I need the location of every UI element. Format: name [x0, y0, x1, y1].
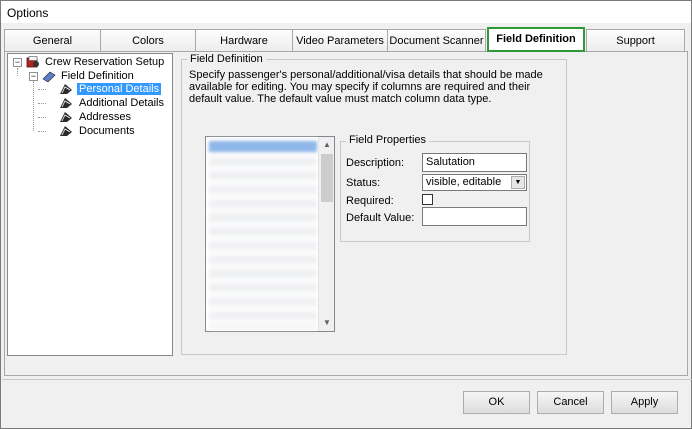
setup-tree[interactable]: − Crew Reservation Setup − Field Definit…	[7, 53, 173, 356]
scroll-thumb[interactable]	[321, 154, 333, 202]
tree-item-personal-details[interactable]: Personal Details	[77, 83, 162, 97]
tab-document-scanner[interactable]: Document Scanner	[387, 29, 486, 52]
obscured-list-content	[209, 139, 317, 329]
tab-video-parameters[interactable]: Video Parameters	[292, 29, 388, 52]
tree-line	[17, 68, 18, 76]
status-select-value: visible, editable	[426, 176, 502, 188]
window-title: Options	[1, 1, 691, 23]
list-selection-highlight	[209, 141, 317, 152]
scroll-down-icon[interactable]: ▼	[319, 315, 335, 331]
chevron-down-icon[interactable]: ▼	[511, 176, 525, 189]
field-list-scrollbar[interactable]: ▲ ▼	[318, 137, 334, 331]
required-label: Required:	[346, 195, 394, 207]
tab-general[interactable]: General	[4, 29, 101, 52]
footer-separator	[2, 379, 692, 380]
tree-line	[33, 81, 34, 131]
default-value-label: Default Value:	[346, 212, 415, 224]
field-properties-group-title: Field Properties	[346, 134, 430, 146]
tab-support[interactable]: Support	[586, 29, 685, 52]
tree-item-documents[interactable]: Documents	[79, 125, 135, 139]
status-select[interactable]: visible, editable ▼	[422, 174, 527, 191]
personal-details-icon	[60, 84, 72, 94]
tree-line	[38, 89, 46, 90]
tree-line	[38, 103, 46, 104]
description-label: Description:	[346, 157, 405, 169]
default-value-field[interactable]	[422, 207, 527, 226]
tab-field-definition[interactable]: Field Definition	[487, 27, 585, 52]
tree-item-addresses[interactable]: Addresses	[79, 111, 131, 125]
description-field[interactable]: Salutation	[422, 153, 527, 172]
tree-line	[38, 117, 46, 118]
addresses-icon	[60, 112, 72, 122]
crew-setup-icon	[26, 56, 39, 68]
tab-colors[interactable]: Colors	[100, 29, 196, 52]
collapse-root-icon[interactable]: −	[13, 58, 22, 67]
ok-button[interactable]: OK	[463, 391, 530, 414]
apply-button[interactable]: Apply	[611, 391, 678, 414]
additional-details-icon	[60, 98, 72, 108]
documents-icon	[60, 126, 72, 136]
cancel-button[interactable]: Cancel	[537, 391, 604, 414]
status-label: Status:	[346, 177, 381, 189]
options-window: Options General Colors Hardware Video Pa…	[0, 0, 692, 429]
tree-item-field-definition[interactable]: Field Definition	[61, 70, 134, 84]
field-list[interactable]: ▲ ▼	[205, 136, 335, 332]
collapse-field-definition-icon[interactable]: −	[29, 72, 38, 81]
field-definition-group-title: Field Definition	[187, 53, 266, 65]
tab-hardware[interactable]: Hardware	[195, 29, 293, 52]
tree-item-crew-reservation-setup[interactable]: Crew Reservation Setup	[45, 56, 164, 70]
tree-item-personal-details-label: Personal Details	[77, 83, 162, 95]
field-definition-description: Specify passenger's personal/additional/…	[189, 69, 543, 105]
required-checkbox[interactable]	[422, 194, 433, 205]
tree-line	[38, 131, 46, 132]
tree-item-additional-details[interactable]: Additional Details	[79, 97, 164, 111]
field-definition-icon	[42, 71, 56, 82]
scroll-up-icon[interactable]: ▲	[319, 137, 335, 153]
